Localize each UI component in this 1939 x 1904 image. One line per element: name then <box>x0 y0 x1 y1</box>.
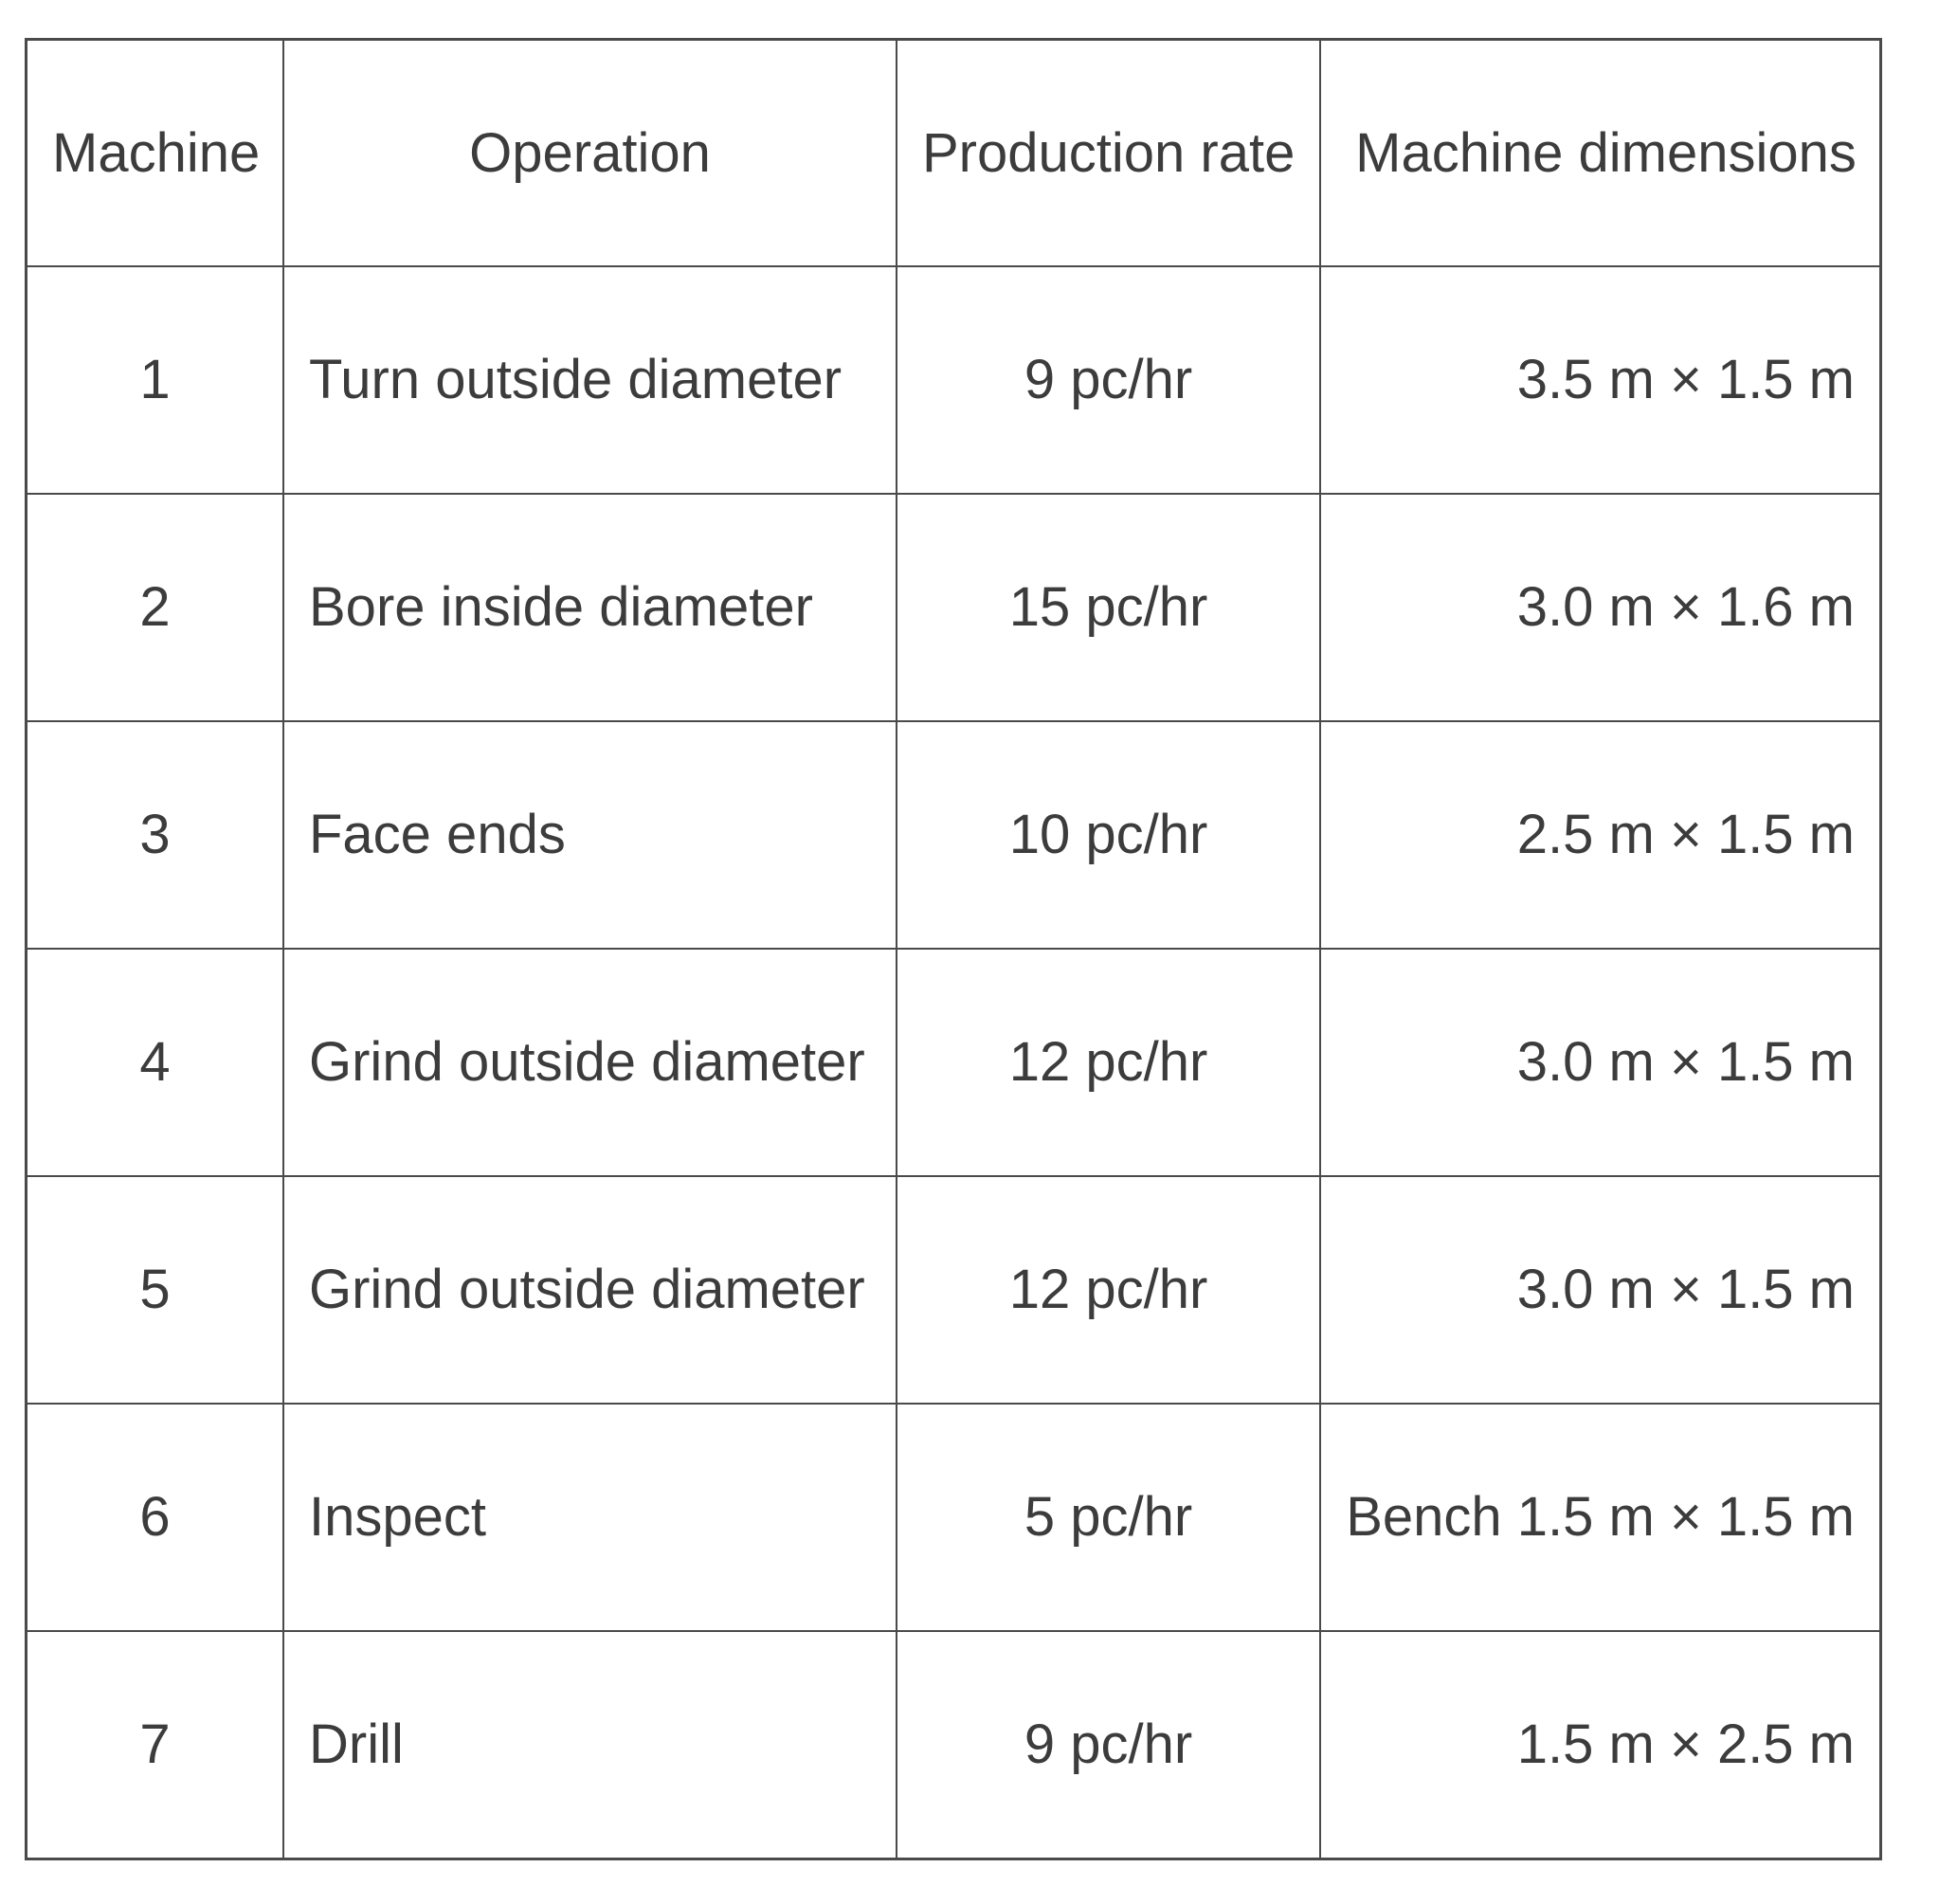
table-header-row: Machine Operation Production rate Machin… <box>26 39 1881 267</box>
cell-machine: 2 <box>26 493 284 722</box>
table-row: 2 Bore inside diameter 15 pc/hr 3.0 m × … <box>26 493 1881 722</box>
column-header-operation: Operation <box>282 39 897 267</box>
cell-rate: 15 pc/hr <box>896 493 1321 722</box>
cell-rate: 10 pc/hr <box>896 720 1321 950</box>
column-header-dimensions: Machine dimensions <box>1319 39 1881 267</box>
cell-rate: 12 pc/hr <box>896 1175 1321 1405</box>
cell-operation: Face ends <box>282 720 897 950</box>
cell-operation: Drill <box>282 1630 897 1859</box>
table-row: 7 Drill 9 pc/hr 1.5 m × 2.5 m <box>26 1630 1881 1859</box>
cell-machine: 4 <box>26 948 284 1177</box>
cell-dimensions: 3.0 m × 1.5 m <box>1319 1175 1881 1405</box>
cell-dimensions: Bench 1.5 m × 1.5 m <box>1319 1403 1881 1632</box>
cell-dimensions: 3.0 m × 1.5 m <box>1319 948 1881 1177</box>
cell-rate: 9 pc/hr <box>896 1630 1321 1859</box>
machine-spec-table-container: Machine Operation Production rate Machin… <box>25 38 1882 1860</box>
cell-rate: 5 pc/hr <box>896 1403 1321 1632</box>
cell-operation: Grind outside diameter <box>282 1175 897 1405</box>
cell-dimensions: 2.5 m × 1.5 m <box>1319 720 1881 950</box>
page-root: Machine Operation Production rate Machin… <box>0 0 1939 1904</box>
table-row: 5 Grind outside diameter 12 pc/hr 3.0 m … <box>26 1175 1881 1405</box>
cell-operation: Inspect <box>282 1403 897 1632</box>
machine-spec-table: Machine Operation Production rate Machin… <box>25 38 1882 1860</box>
table-header: Machine Operation Production rate Machin… <box>26 39 1881 267</box>
cell-machine: 6 <box>26 1403 284 1632</box>
table-row: 1 Turn outside diameter 9 pc/hr 3.5 m × … <box>26 265 1881 495</box>
table-row: 4 Grind outside diameter 12 pc/hr 3.0 m … <box>26 948 1881 1177</box>
table-row: 3 Face ends 10 pc/hr 2.5 m × 1.5 m <box>26 720 1881 950</box>
table-row: 6 Inspect 5 pc/hr Bench 1.5 m × 1.5 m <box>26 1403 1881 1632</box>
cell-machine: 7 <box>26 1630 284 1859</box>
cell-dimensions: 3.5 m × 1.5 m <box>1319 265 1881 495</box>
table-body: 1 Turn outside diameter 9 pc/hr 3.5 m × … <box>26 265 1881 1859</box>
cell-operation: Bore inside diameter <box>282 493 897 722</box>
column-header-machine: Machine <box>26 39 284 267</box>
cell-machine: 1 <box>26 265 284 495</box>
cell-machine: 3 <box>26 720 284 950</box>
column-header-rate: Production rate <box>896 39 1321 267</box>
cell-dimensions: 1.5 m × 2.5 m <box>1319 1630 1881 1859</box>
cell-dimensions: 3.0 m × 1.6 m <box>1319 493 1881 722</box>
cell-rate: 9 pc/hr <box>896 265 1321 495</box>
cell-operation: Turn outside diameter <box>282 265 897 495</box>
cell-rate: 12 pc/hr <box>896 948 1321 1177</box>
cell-machine: 5 <box>26 1175 284 1405</box>
cell-operation: Grind outside diameter <box>282 948 897 1177</box>
